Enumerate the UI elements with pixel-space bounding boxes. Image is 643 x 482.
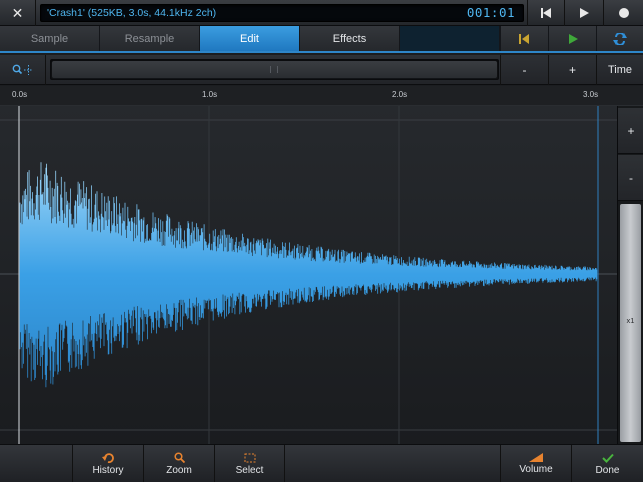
loop-toggle-button[interactable] [596,26,643,51]
select-label: Select [235,464,264,476]
tab-effects[interactable]: Effects [300,26,400,51]
timeline-ruler[interactable]: 0.0s 1.0s 2.0s 3.0s [0,86,643,106]
vertical-zoom-out-button[interactable]: - [618,155,643,201]
overview-scrollbar[interactable] [50,59,499,80]
zoom-in-button[interactable]: + [548,55,596,85]
volume-button[interactable]: Volume [500,445,571,482]
loop-play-icon [568,33,578,44]
ruler-tick-label: 0.0s [12,90,28,99]
done-button[interactable]: Done [571,445,643,482]
waveform-path [19,162,598,388]
record-icon [618,8,629,18]
bottom-toolbar: History Zoom Select Volume Done [0,444,643,482]
select-button[interactable]: Select [214,445,285,482]
zoom-tool-button[interactable] [0,55,46,85]
checkmark-icon [601,453,614,463]
done-label: Done [595,464,620,476]
selection-icon [244,453,255,462]
play-icon [579,8,589,18]
top-bar: ✕ 'Crash1' (525KB, 3.0s, 44.1kHz 2ch) 00… [0,0,643,26]
tab-bar: Sample Resample Edit Effects [0,26,643,53]
tab-sample[interactable]: Sample [0,26,100,51]
loop-toggle-icon [613,32,627,45]
volume-ramp-icon [529,453,543,462]
waveform-canvas [0,106,617,444]
scrollbar-grip [270,66,278,73]
zoom-out-button[interactable]: - [500,55,548,85]
close-icon: ✕ [11,4,24,21]
zoom-button[interactable]: Zoom [143,445,214,482]
loop-start-button[interactable] [500,26,548,51]
vertical-zoom-slider[interactable]: x1 [620,204,641,442]
zoom-bar: - + Time [0,55,643,85]
sample-info: 'Crash1' (525KB, 3.0s, 44.1kHz 2ch) [47,7,217,19]
loop-play-button[interactable] [548,26,596,51]
zoom-tool-icon [12,64,33,75]
position-counter: 001:01 [466,5,515,20]
record-button[interactable] [603,0,643,26]
history-button[interactable]: History [72,445,143,482]
magnifier-icon [173,452,185,463]
play-button[interactable] [564,0,602,26]
scrollbar-thumb[interactable] [52,61,497,78]
tab-spacer [400,26,500,51]
vertical-zoom-scale: x1 [626,316,635,325]
skip-to-start-icon [540,8,551,18]
zoom-label: Zoom [166,465,192,476]
close-button[interactable]: ✕ [0,0,36,26]
volume-label: Volume [519,464,553,475]
rewind-button[interactable] [527,0,563,26]
ruler-tick-label: 3.0s [583,90,599,99]
vertical-zoom-in-button[interactable]: + [618,108,643,154]
undo-icon [102,452,114,463]
lcd-display: 'Crash1' (525KB, 3.0s, 44.1kHz 2ch) 001:… [40,4,524,22]
waveform-view[interactable] [0,106,617,444]
time-units-button[interactable]: Time [596,55,643,85]
history-label: History [92,464,124,476]
loop-start-icon [519,33,529,44]
tab-edit[interactable]: Edit [200,26,300,51]
vertical-zoom-strip: + - x1 [617,106,643,444]
waveform-shape [19,162,598,388]
tab-resample[interactable]: Resample [100,26,200,51]
ruler-tick-label: 2.0s [392,90,408,99]
ruler-tick-label: 1.0s [202,90,218,99]
